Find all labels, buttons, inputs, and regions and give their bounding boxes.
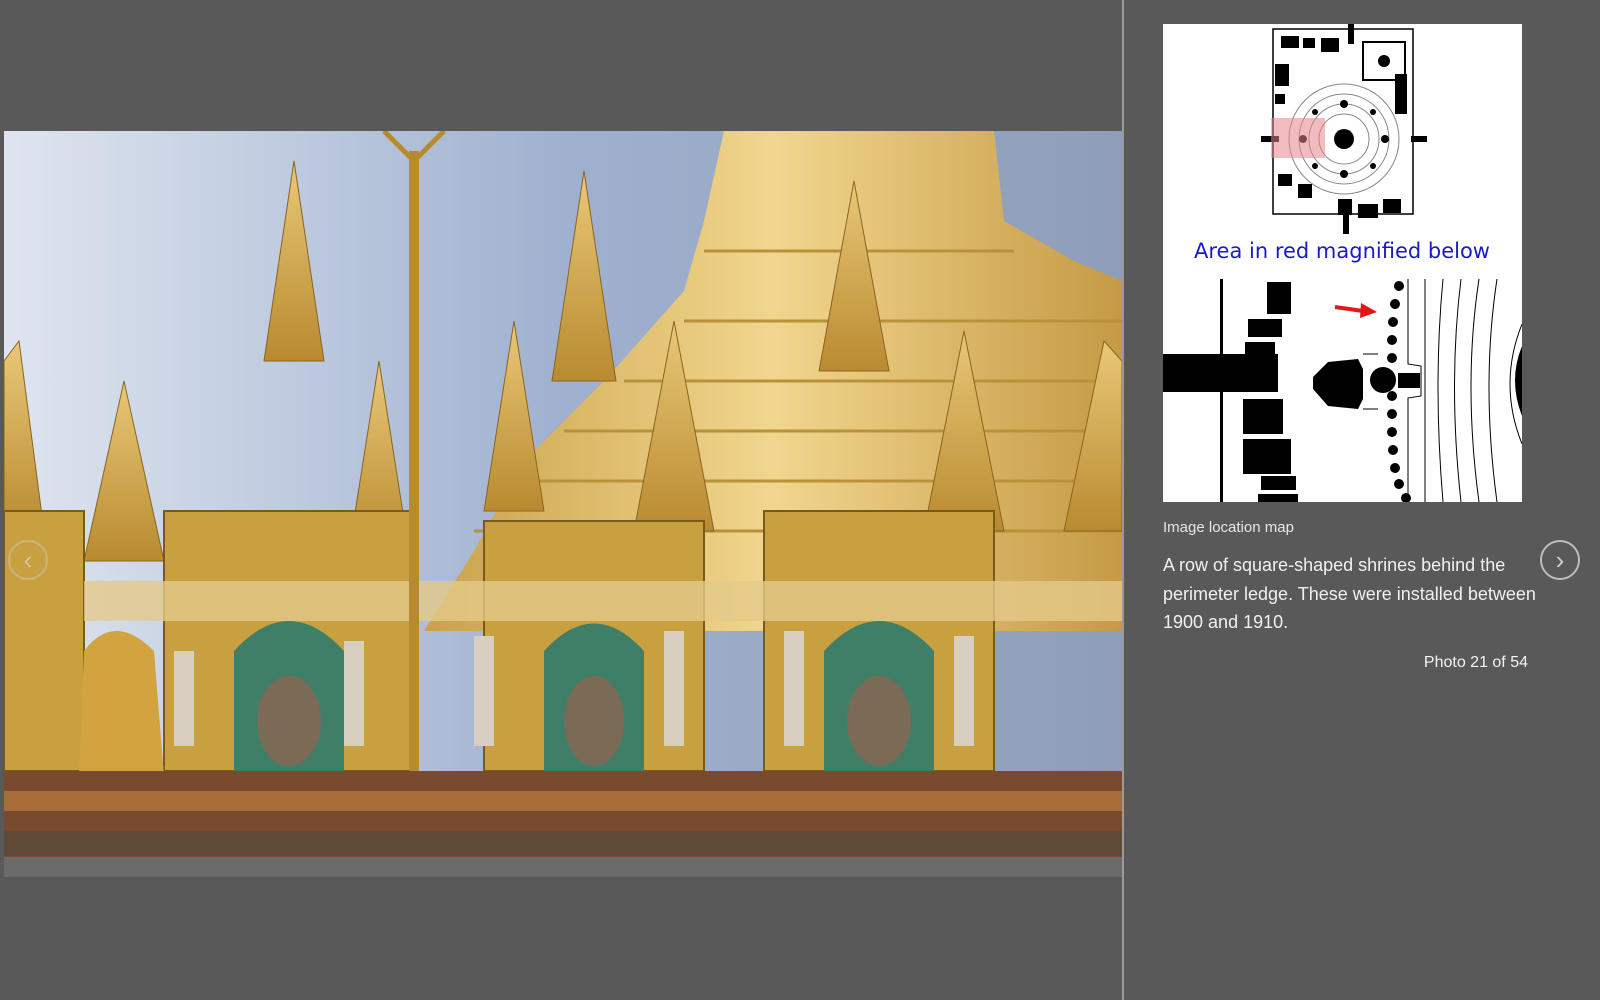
map-heading: Area in red magnified below (1194, 239, 1490, 263)
chevron-right-icon: › (1555, 544, 1565, 575)
photo-counter: Photo 21 of 54 (1423, 654, 1528, 671)
location-map-diagram: Area in red magnified below (1163, 24, 1522, 502)
photo-caption: A row of square-shaped shrines behind th… (1163, 555, 1536, 632)
main-photo (4, 131, 1122, 877)
location-map: Area in red magnified below (1163, 24, 1522, 502)
photo-viewer: ‹ (0, 0, 1122, 1000)
photo-image (4, 131, 1122, 877)
map-label: Image location map (1163, 519, 1294, 536)
previous-photo-button[interactable]: ‹ (8, 540, 48, 580)
next-photo-button[interactable]: › (1540, 540, 1580, 580)
info-sidebar: Area in red magnified below Image locati… (1124, 0, 1600, 1000)
chevron-left-icon: ‹ (23, 544, 33, 575)
